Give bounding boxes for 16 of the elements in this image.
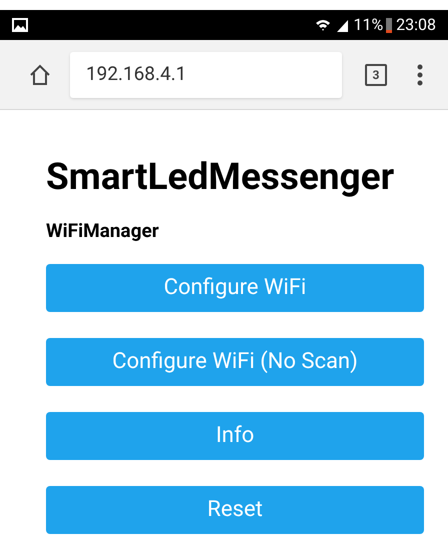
home-icon[interactable] [28,62,52,86]
address-field[interactable]: 192.168.4.1 [70,52,342,98]
tab-count-button[interactable]: 3 [365,64,387,86]
battery-percent: 11% [353,14,384,36]
menu-button[interactable]: Reset [46,486,424,534]
menu-button[interactable]: Configure WiFi (No Scan) [46,338,424,386]
page-title: SmartLedMessenger [46,155,396,201]
menu-icon[interactable] [417,64,423,86]
image-icon [12,18,28,32]
menu-button[interactable]: Configure WiFi [46,264,424,312]
battery-icon [385,17,394,33]
wifi-icon [315,18,332,32]
signal-icon [335,18,350,32]
menu-button[interactable]: Info [46,412,424,460]
clock: 23:08 [396,14,436,36]
page-subtitle: WiFiManager [46,218,160,244]
